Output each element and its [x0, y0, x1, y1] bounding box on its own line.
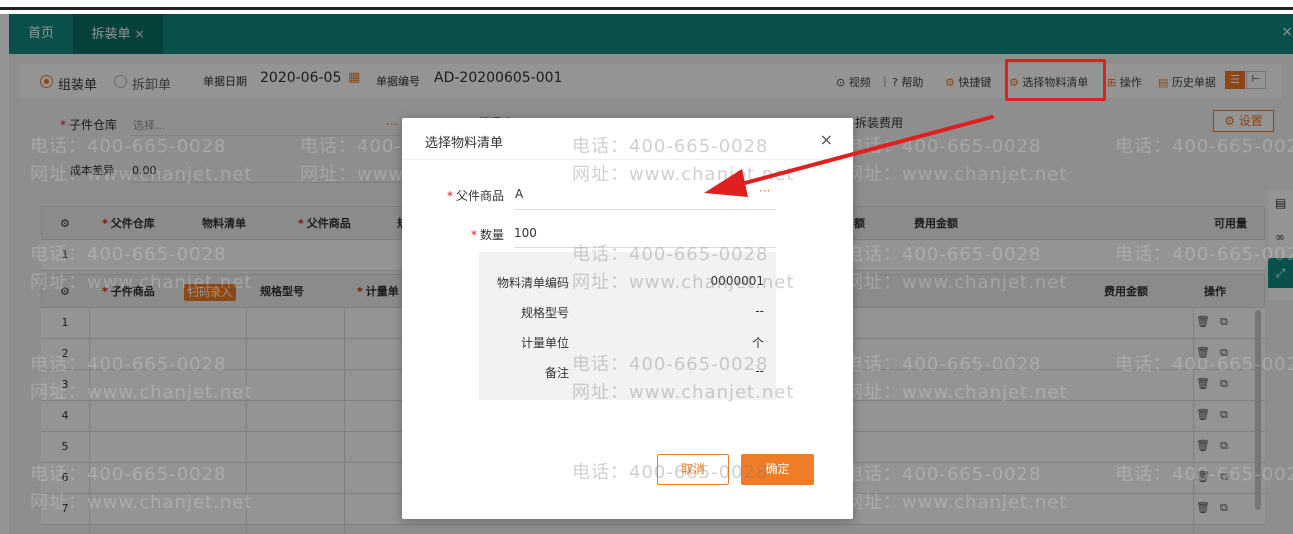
parent-item-value[interactable]: A [515, 187, 523, 201]
unit-value: 个 [751, 336, 764, 350]
qty-input[interactable]: 100 [514, 226, 537, 240]
bom-detail-panel: 物料清单编码 0000001 规格型号 -- 计量单位 个 备注 -- [479, 252, 776, 400]
remark-label: 备注 [544, 366, 569, 380]
parent-item-underline [514, 209, 776, 210]
annotation-highlight-box [1005, 59, 1106, 101]
confirm-button[interactable]: 确定 [741, 454, 814, 485]
annotation-arrow [704, 115, 994, 197]
spec-label: 规格型号 [520, 306, 569, 320]
spec-value: -- [755, 304, 764, 318]
parent-item-label: * 父件商品 [446, 189, 504, 203]
qty-underline [514, 247, 776, 248]
qty-label: * 数量 [470, 228, 504, 242]
bom-code-label: 物料清单编码 [496, 276, 569, 290]
screen: 首页 拆装单 × × 组装单 拆卸单 单据日期 2020-06-05 ▦ 单据编号… [0, 0, 1293, 534]
remark-value: -- [755, 364, 764, 378]
cancel-button[interactable]: 取消 [657, 454, 729, 485]
unit-label: 计量单位 [520, 336, 569, 350]
dialog-title: 选择物料清单 [425, 136, 504, 151]
window-top-border [0, 0, 1293, 10]
bom-code-value: 0000001 [710, 274, 764, 288]
